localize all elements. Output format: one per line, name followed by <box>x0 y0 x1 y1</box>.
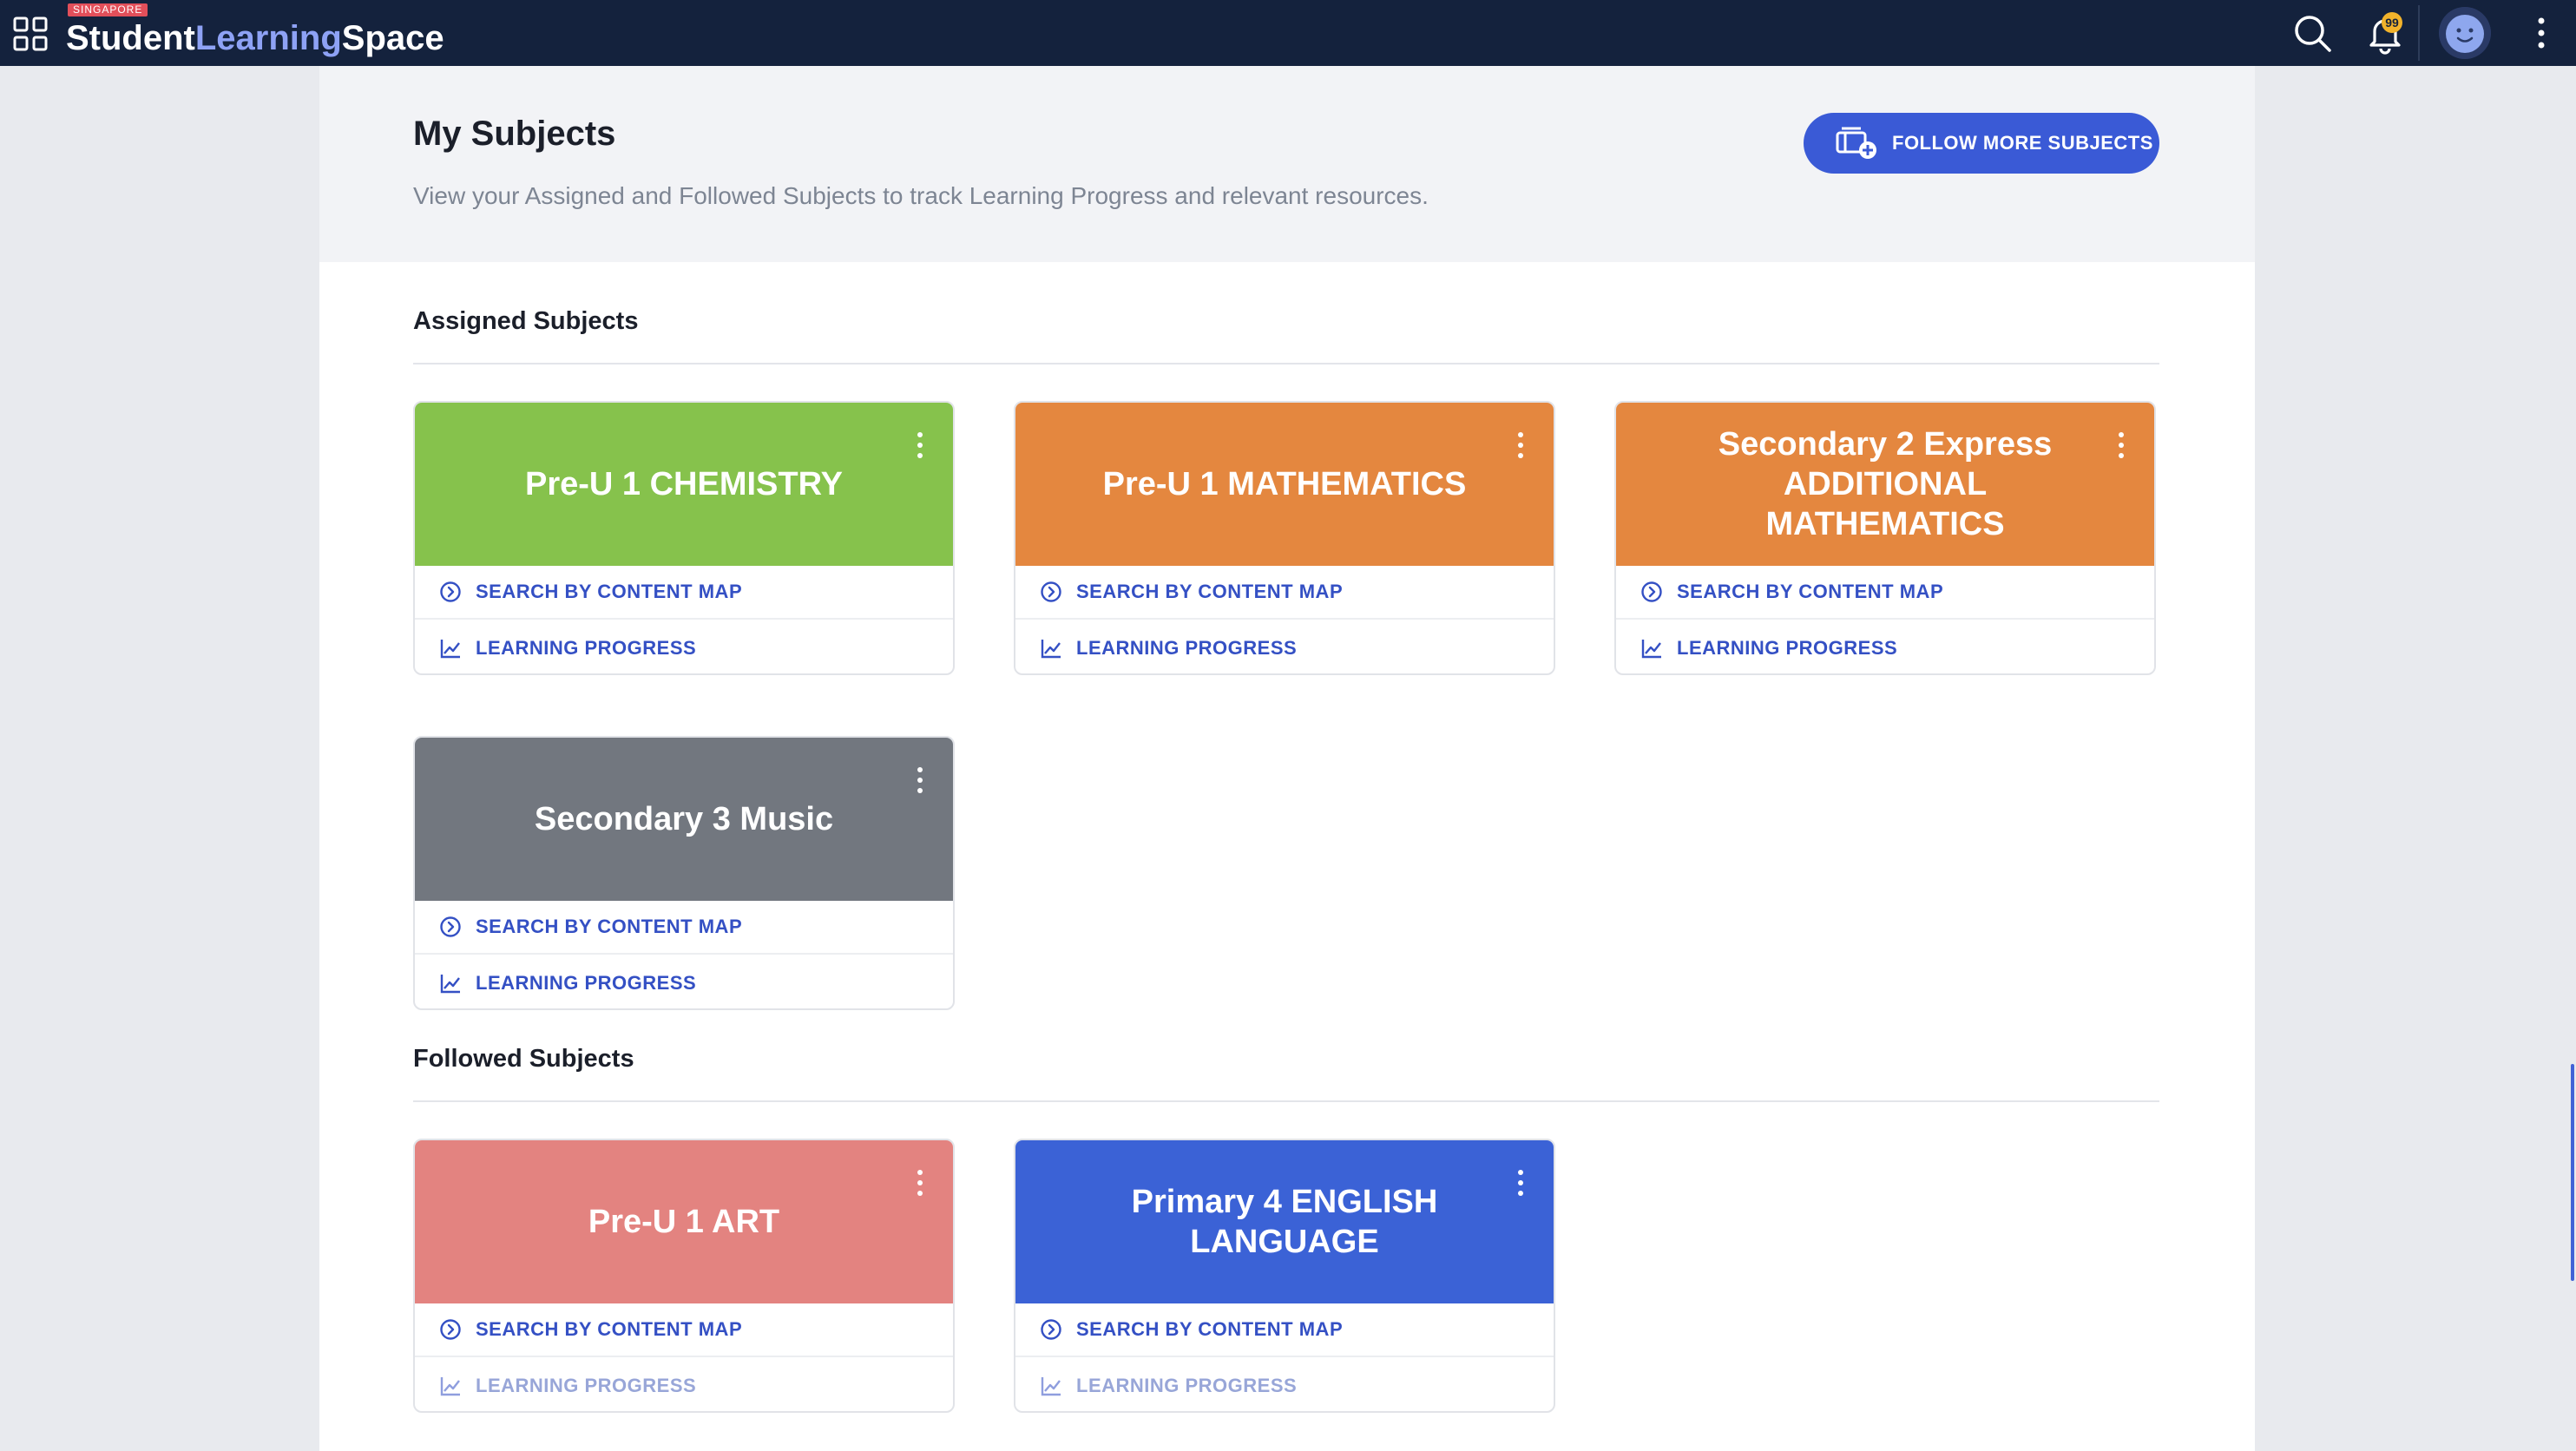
search-by-content-map-label: SEARCH BY CONTENT MAP <box>476 916 743 937</box>
card-more-options-icon[interactable] <box>913 430 927 460</box>
subject-name: Pre-U 1 MATHEMATICS <box>1102 466 1467 502</box>
more-vertical-icon[interactable] <box>2531 12 2552 54</box>
subject-card-header[interactable]: Pre-U 1 CHEMISTRY <box>415 403 953 566</box>
search-by-content-map-label: SEARCH BY CONTENT MAP <box>1076 581 1344 602</box>
avatar[interactable] <box>2439 7 2491 59</box>
subject-card: Pre-U 1 MATHEMATICS SEARCH BY CONTENT MAP… <box>1014 401 1555 675</box>
subject-name: Pre-U 1 CHEMISTRY <box>525 466 843 502</box>
subject-card-header[interactable]: Primary 4 ENGLISH LANGUAGE <box>1015 1140 1554 1303</box>
subject-card: Secondary 3 Music SEARCH BY CONTENT MAP LE… <box>413 736 955 1010</box>
section-divider <box>413 363 2159 364</box>
follow-subject-icon <box>1836 127 1876 159</box>
subjects-content: Assigned Subjects Pre-U 1 CHEMISTRY SEARC… <box>319 262 2255 1451</box>
search-by-content-map-label: SEARCH BY CONTENT MAP <box>476 581 743 602</box>
search-by-content-map-link[interactable]: SEARCH BY CONTENT MAP <box>1015 566 1554 620</box>
learning-progress-label: LEARNING PROGRESS <box>1076 637 1298 659</box>
learning-progress-icon <box>1041 1377 1061 1396</box>
content-map-icon <box>440 581 461 602</box>
page-header: My Subjects View your Assigned and Follo… <box>319 66 2255 262</box>
page-title: My Subjects <box>413 115 616 153</box>
content-map-icon <box>440 916 461 937</box>
assigned-subjects-heading: Assigned Subjects <box>413 307 639 335</box>
card-more-options-icon[interactable] <box>1514 430 1528 460</box>
search-icon[interactable] <box>2291 12 2333 54</box>
learning-progress-label: LEARNING PROGRESS <box>1076 1375 1298 1396</box>
brand-word-space: Space <box>341 19 444 57</box>
learning-progress-icon <box>1641 640 1661 659</box>
learning-progress-label: LEARNING PROGRESS <box>476 1375 697 1396</box>
followed-subjects-heading: Followed Subjects <box>413 1045 634 1073</box>
subject-card: Primary 4 ENGLISH LANGUAGE SEARCH BY CONT… <box>1014 1139 1555 1413</box>
scrollbar-thumb[interactable] <box>2571 1064 2574 1281</box>
learning-progress-icon <box>440 975 460 994</box>
content-map-icon <box>1041 581 1061 602</box>
subject-name: Primary 4 ENGLISH LANGUAGE <box>1131 1184 1438 1260</box>
page-subtitle: View your Assigned and Followed Subjects… <box>413 182 1429 209</box>
subject-card-header[interactable]: Pre-U 1 ART <box>415 1140 953 1303</box>
content-map-icon <box>440 1319 461 1340</box>
brand-word-student: Student <box>66 19 195 57</box>
search-by-content-map-link[interactable]: SEARCH BY CONTENT MAP <box>1616 566 2154 620</box>
learning-progress-link[interactable]: LEARNING PROGRESS <box>415 621 953 673</box>
card-more-options-icon[interactable] <box>913 765 927 795</box>
subject-card-header[interactable]: Secondary 3 Music <box>415 738 953 901</box>
card-more-options-icon[interactable] <box>1514 1168 1528 1198</box>
learning-progress-label: LEARNING PROGRESS <box>476 972 697 994</box>
topbar-divider <box>2418 5 2420 61</box>
notification-count-badge: 99 <box>2382 12 2402 33</box>
search-by-content-map-link[interactable]: SEARCH BY CONTENT MAP <box>415 566 953 620</box>
card-more-options-icon[interactable] <box>2114 430 2128 460</box>
brand-country-tag: SINGAPORE <box>68 3 148 16</box>
top-navigation-bar: SINGAPORE StudentLearningSpace 99 <box>0 0 2576 66</box>
brand-word-learning: Learning <box>194 19 342 57</box>
learning-progress-icon <box>440 640 460 659</box>
search-by-content-map-label: SEARCH BY CONTENT MAP <box>1677 581 1944 602</box>
subject-card: Pre-U 1 ART SEARCH BY CONTENT MAP LEARNING… <box>413 1139 955 1413</box>
subject-card: Secondary 2 Express ADDITIONAL MATHEMATI… <box>1614 401 2156 675</box>
learning-progress-link[interactable]: LEARNING PROGRESS <box>415 1359 953 1411</box>
learning-progress-label: LEARNING PROGRESS <box>476 637 697 659</box>
subject-name: Secondary 3 Music <box>534 801 834 837</box>
learning-progress-link[interactable]: LEARNING PROGRESS <box>1616 621 2154 673</box>
subject-name: Pre-U 1 ART <box>588 1204 780 1240</box>
content-map-icon <box>1041 1319 1061 1340</box>
subject-card-header[interactable]: Pre-U 1 MATHEMATICS <box>1015 403 1554 566</box>
section-divider <box>413 1100 2159 1102</box>
brand-name: StudentLearningSpace <box>66 16 444 61</box>
search-by-content-map-label: SEARCH BY CONTENT MAP <box>476 1318 743 1340</box>
content-map-icon <box>1641 581 1662 602</box>
search-by-content-map-label: SEARCH BY CONTENT MAP <box>1076 1318 1344 1340</box>
learning-progress-icon <box>1041 640 1061 659</box>
learning-progress-link[interactable]: LEARNING PROGRESS <box>1015 1359 1554 1411</box>
search-by-content-map-link[interactable]: SEARCH BY CONTENT MAP <box>415 1303 953 1357</box>
subject-name: Secondary 2 Express ADDITIONAL MATHEMATI… <box>1718 426 2053 542</box>
follow-more-subjects-label: FOLLOW MORE SUBJECTS <box>1892 132 2153 154</box>
subject-card: Pre-U 1 CHEMISTRY SEARCH BY CONTENT MAP LE… <box>413 401 955 675</box>
card-more-options-icon[interactable] <box>913 1168 927 1198</box>
search-by-content-map-link[interactable]: SEARCH BY CONTENT MAP <box>1015 1303 1554 1357</box>
subject-card-header[interactable]: Secondary 2 Express ADDITIONAL MATHEMATI… <box>1616 403 2154 566</box>
learning-progress-label: LEARNING PROGRESS <box>1677 637 1898 659</box>
follow-more-subjects-button[interactable]: FOLLOW MORE SUBJECTS <box>1804 113 2159 174</box>
apps-grid-icon[interactable] <box>12 16 49 52</box>
learning-progress-icon <box>440 1377 460 1396</box>
learning-progress-link[interactable]: LEARNING PROGRESS <box>415 956 953 1008</box>
search-by-content-map-link[interactable]: SEARCH BY CONTENT MAP <box>415 901 953 955</box>
learning-progress-link[interactable]: LEARNING PROGRESS <box>1015 621 1554 673</box>
